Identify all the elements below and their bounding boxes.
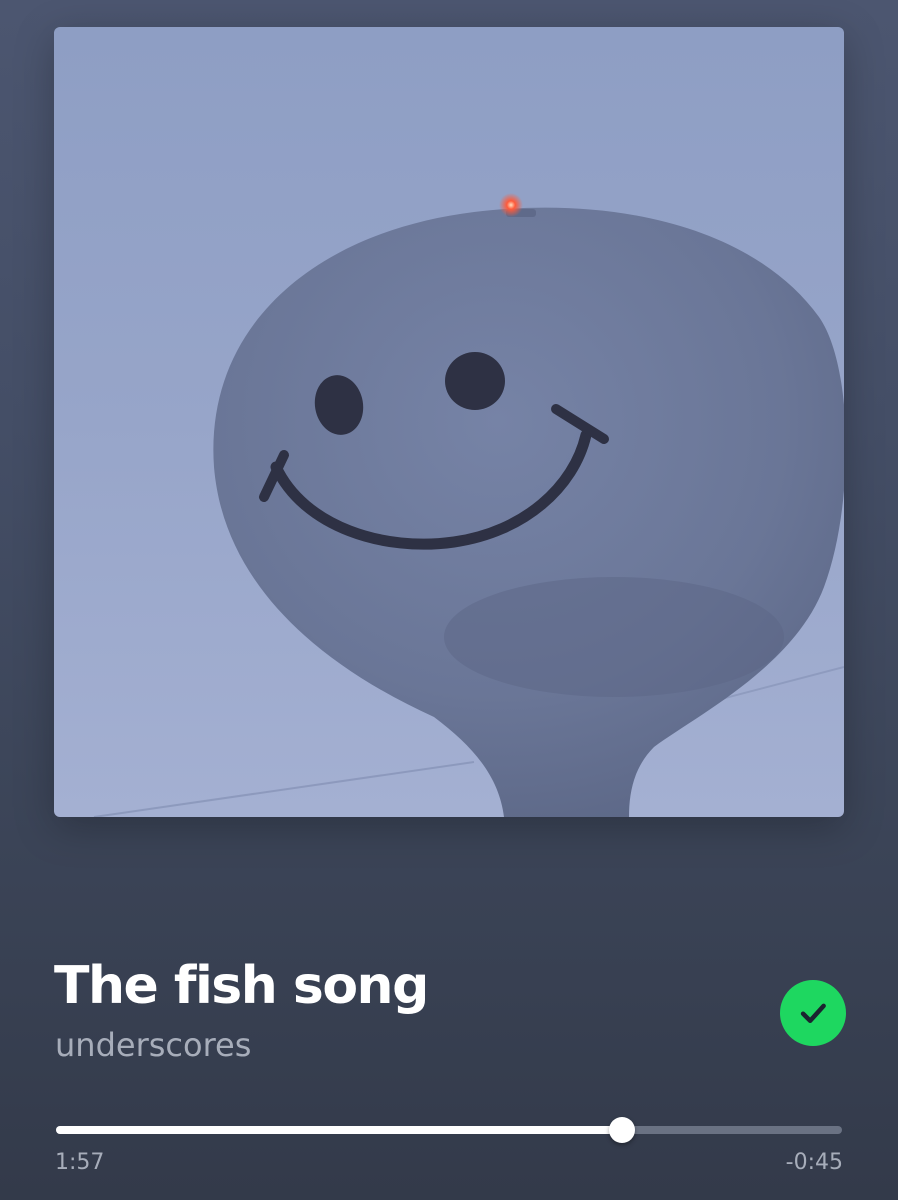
elapsed-time: 1:57 bbox=[55, 1150, 105, 1175]
progress-fill bbox=[56, 1126, 622, 1134]
water-tower-smiley-image bbox=[54, 27, 844, 817]
track-artist[interactable]: underscores bbox=[55, 1027, 251, 1064]
album-artwork bbox=[54, 27, 844, 817]
progress-thumb[interactable] bbox=[608, 1117, 635, 1143]
check-icon bbox=[800, 1003, 826, 1024]
playback-progress-slider[interactable] bbox=[56, 1115, 842, 1145]
track-title: The fish song bbox=[54, 956, 429, 1016]
liked-button[interactable] bbox=[780, 980, 846, 1046]
remaining-time: -0:45 bbox=[785, 1150, 843, 1175]
